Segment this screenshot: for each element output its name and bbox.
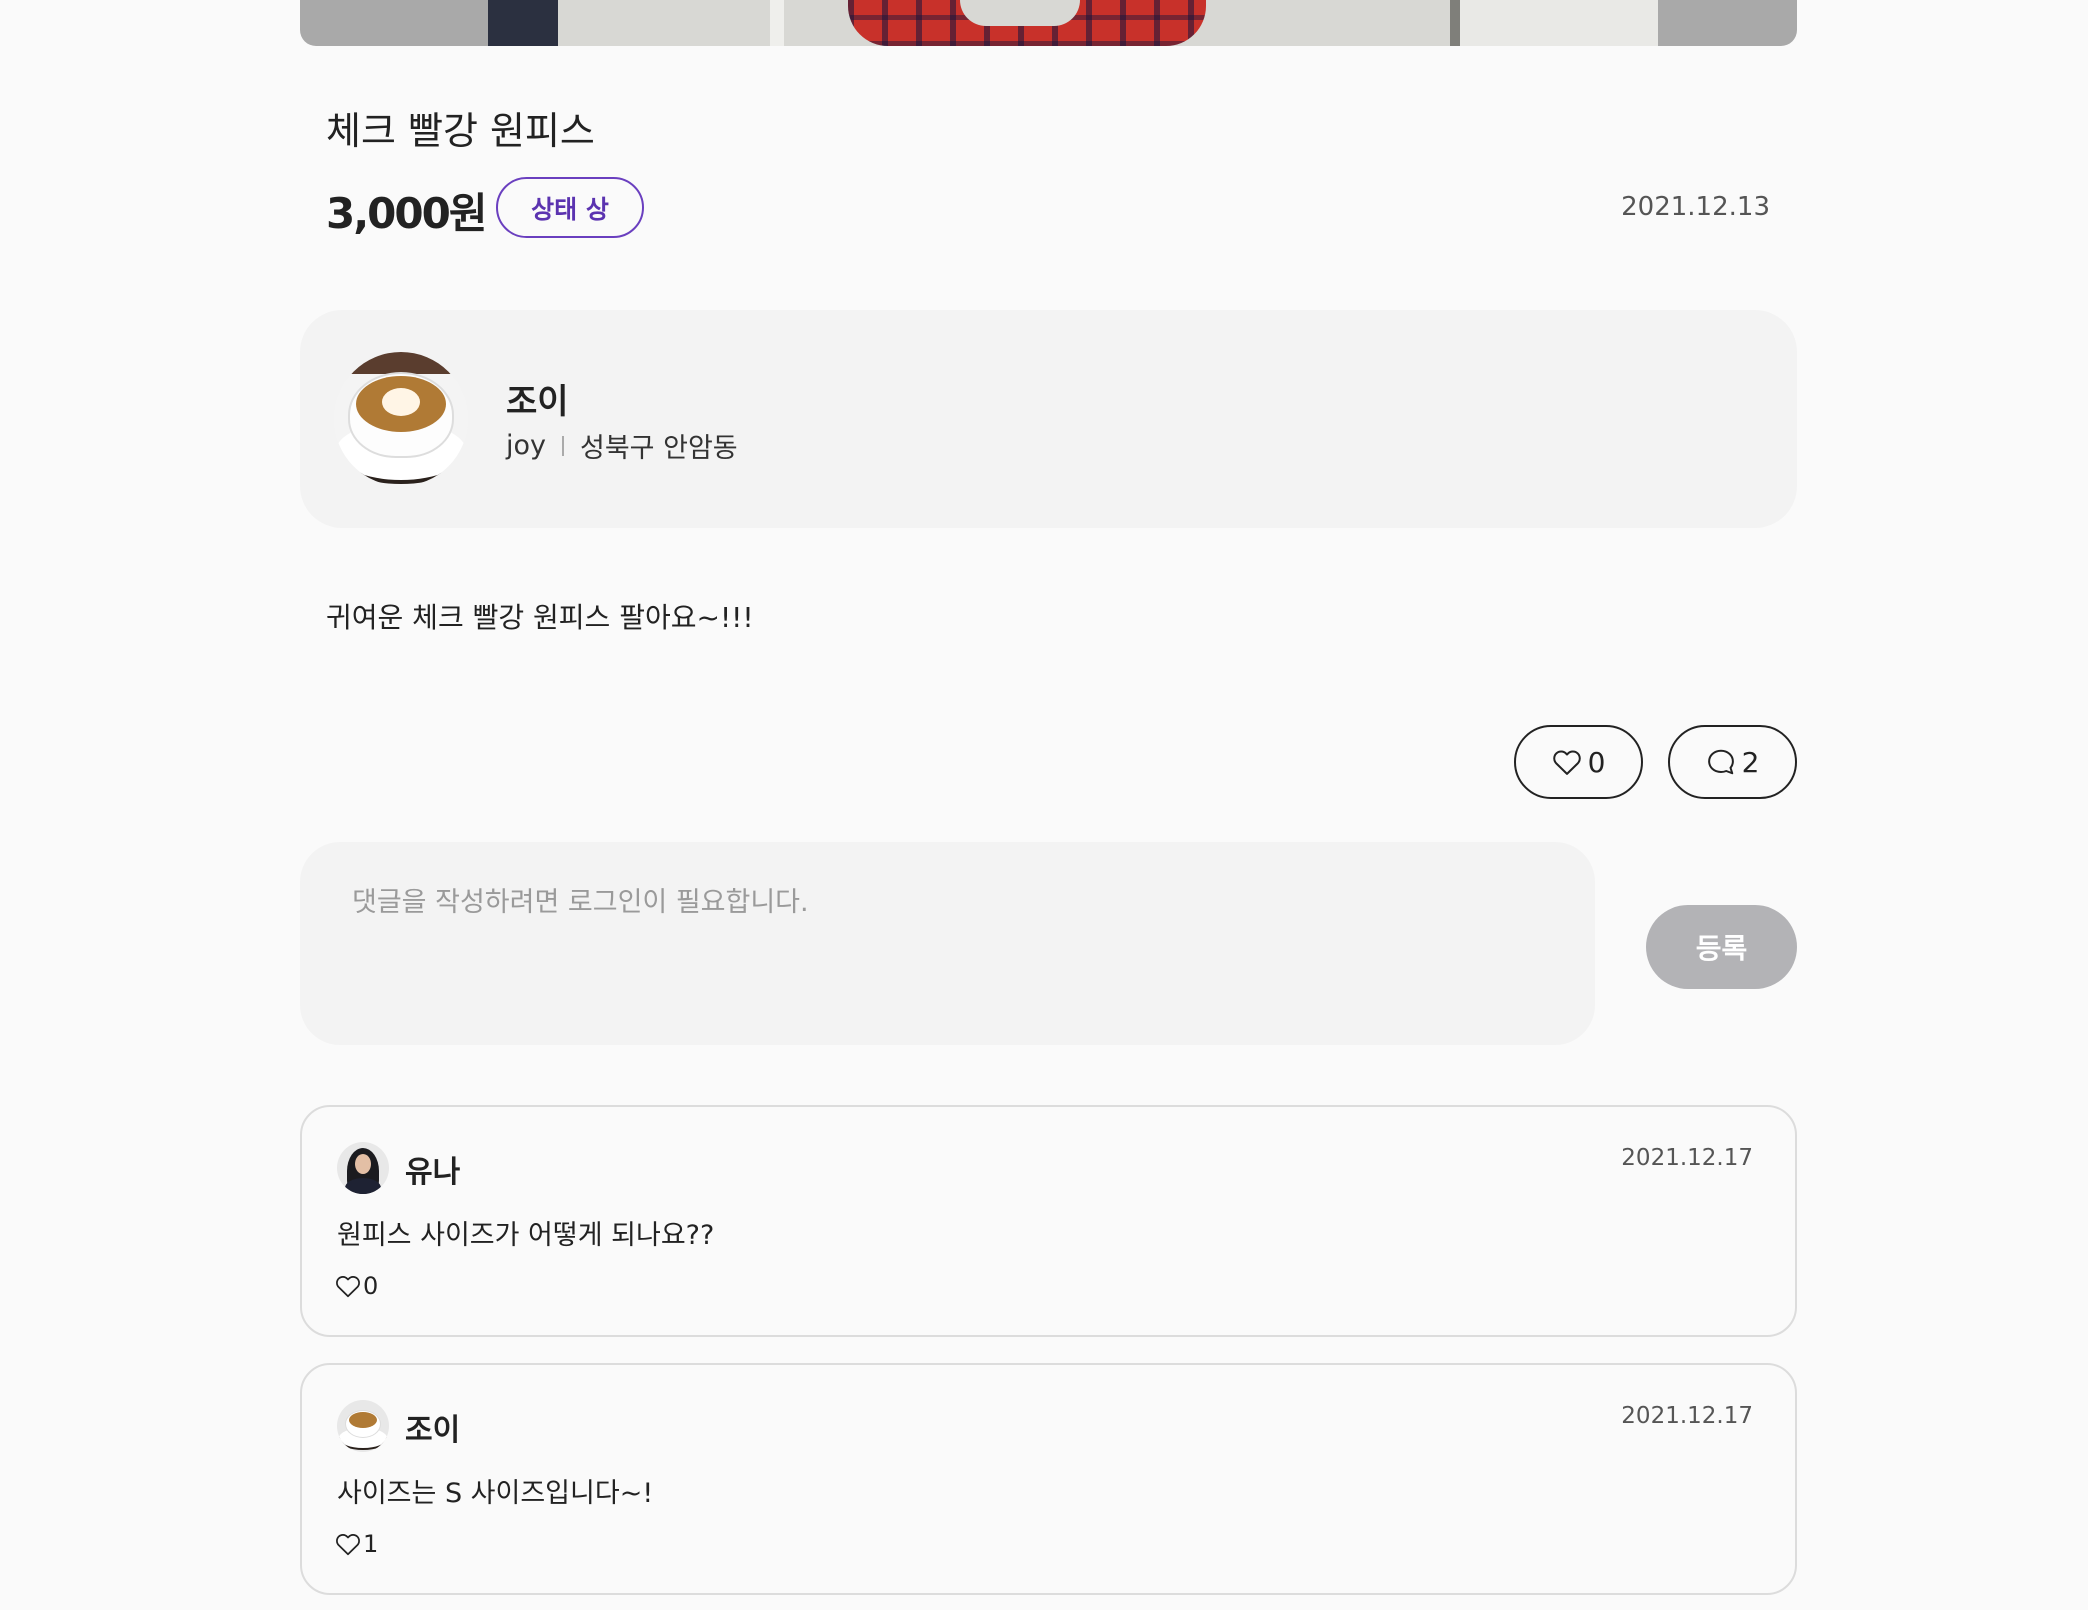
avatar-latte-art [382, 388, 420, 416]
comment-count-button[interactable]: 2 [1668, 725, 1797, 799]
seller-id: joy [506, 430, 546, 461]
comment-input[interactable] [300, 842, 1595, 1045]
commenter-avatar[interactable] [337, 1400, 389, 1452]
like-button[interactable]: 0 [1514, 725, 1643, 799]
product-description: 귀여운 체크 빨강 원피스 팔아요~!!! [326, 601, 754, 634]
comment-like-button[interactable]: 1 [335, 1529, 378, 1559]
comment-author[interactable]: 유나 [405, 1147, 460, 1191]
avatar-body [345, 1178, 381, 1194]
comment-date: 2021.12.17 [1621, 1145, 1753, 1171]
comment-like-count: 0 [363, 1272, 379, 1300]
comment-like-count: 1 [363, 1530, 379, 1558]
comment-count: 2 [1741, 745, 1760, 779]
seller-location: 성북구 안암동 [580, 433, 738, 464]
comment-like-button[interactable]: 0 [335, 1271, 378, 1301]
like-count: 0 [1587, 745, 1606, 779]
product-image [300, 0, 1797, 46]
seller-card[interactable]: 조이 joy 성북구 안암동 [300, 310, 1797, 528]
heart-icon [336, 1276, 360, 1298]
comment-text: 원피스 사이즈가 어떻게 되나요?? [337, 1220, 715, 1251]
comment-text: 사이즈는 S 사이즈입니다~! [337, 1478, 654, 1509]
product-title: 체크 빨강 원피스 [326, 109, 595, 153]
image-wall-shadow [1450, 0, 1460, 46]
meta-divider [562, 435, 564, 456]
image-wall-light [1460, 0, 1658, 46]
commenter-avatar[interactable] [337, 1142, 389, 1194]
speech-bubble-icon [1707, 749, 1734, 775]
heart-icon [1552, 750, 1581, 775]
avatar-coffee [349, 1412, 377, 1428]
seller-meta: joy 성북구 안암동 [506, 426, 738, 465]
submit-comment-button[interactable]: 등록 [1646, 905, 1797, 989]
image-dress-neckline [960, 0, 1080, 26]
comment-card: 유나 2021.12.17 원피스 사이즈가 어떻게 되나요?? 0 [300, 1105, 1797, 1337]
post-date: 2021.12.13 [1621, 192, 1770, 222]
status-badge: 상태 상 [496, 177, 644, 238]
comment-date: 2021.12.17 [1621, 1403, 1753, 1429]
image-door [488, 0, 558, 46]
product-price: 3,000원 [326, 189, 487, 238]
product-detail-page: 체크 빨강 원피스 3,000원 상태 상 2021.12.13 조이 joy … [0, 0, 2088, 1610]
image-wall-edge [770, 0, 784, 46]
avatar-background [334, 352, 468, 374]
heart-icon [336, 1534, 360, 1556]
avatar-face [355, 1154, 371, 1174]
comment-author[interactable]: 조이 [405, 1405, 460, 1449]
comment-card: 조이 2021.12.17 사이즈는 S 사이즈입니다~! 1 [300, 1363, 1797, 1595]
seller-name: 조이 [506, 382, 569, 422]
seller-avatar[interactable] [334, 352, 468, 486]
